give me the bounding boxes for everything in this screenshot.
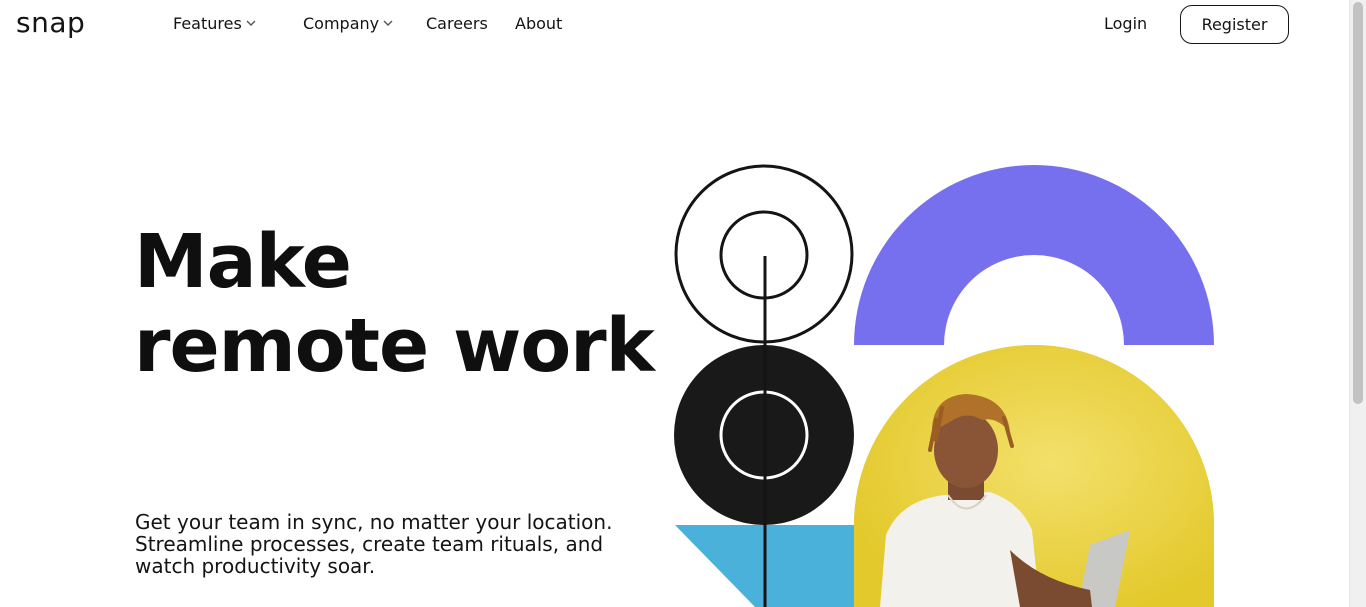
- nav-features[interactable]: Features: [173, 14, 256, 33]
- snap-logo[interactable]: snap: [16, 6, 85, 39]
- person-photo: [854, 345, 1214, 607]
- purple-arch-shape: [854, 165, 1214, 345]
- login-link[interactable]: Login: [1104, 14, 1147, 33]
- headline-line-1: Make: [134, 219, 352, 305]
- chevron-down-icon: [246, 19, 256, 29]
- nav-company[interactable]: Company: [303, 14, 393, 33]
- chevron-down-icon: [383, 19, 393, 29]
- nav-company-label: Company: [303, 14, 380, 33]
- nav-careers-label: Careers: [426, 14, 488, 33]
- register-label: Register: [1201, 15, 1268, 34]
- subtext-line-3: watch productivity soar.: [135, 554, 376, 578]
- subtext-line-1: Get your team in sync, no matter your lo…: [135, 510, 613, 534]
- nav-careers[interactable]: Careers: [426, 14, 488, 33]
- nav-about-label: About: [515, 14, 563, 33]
- hero-illustration: [660, 150, 1230, 607]
- hero-subtext: Get your team in sync, no matter your lo…: [135, 511, 675, 577]
- page-scrollbar[interactable]: [1349, 0, 1366, 607]
- nav-features-label: Features: [173, 14, 242, 33]
- scrollbar-thumb[interactable]: [1353, 2, 1363, 404]
- hero-headline: Make remote work: [134, 219, 655, 389]
- subtext-line-2: Streamline processes, create team ritual…: [135, 532, 604, 556]
- headline-line-2: remote work: [134, 303, 655, 389]
- nav-about[interactable]: About: [515, 14, 562, 33]
- register-button[interactable]: Register: [1180, 5, 1289, 44]
